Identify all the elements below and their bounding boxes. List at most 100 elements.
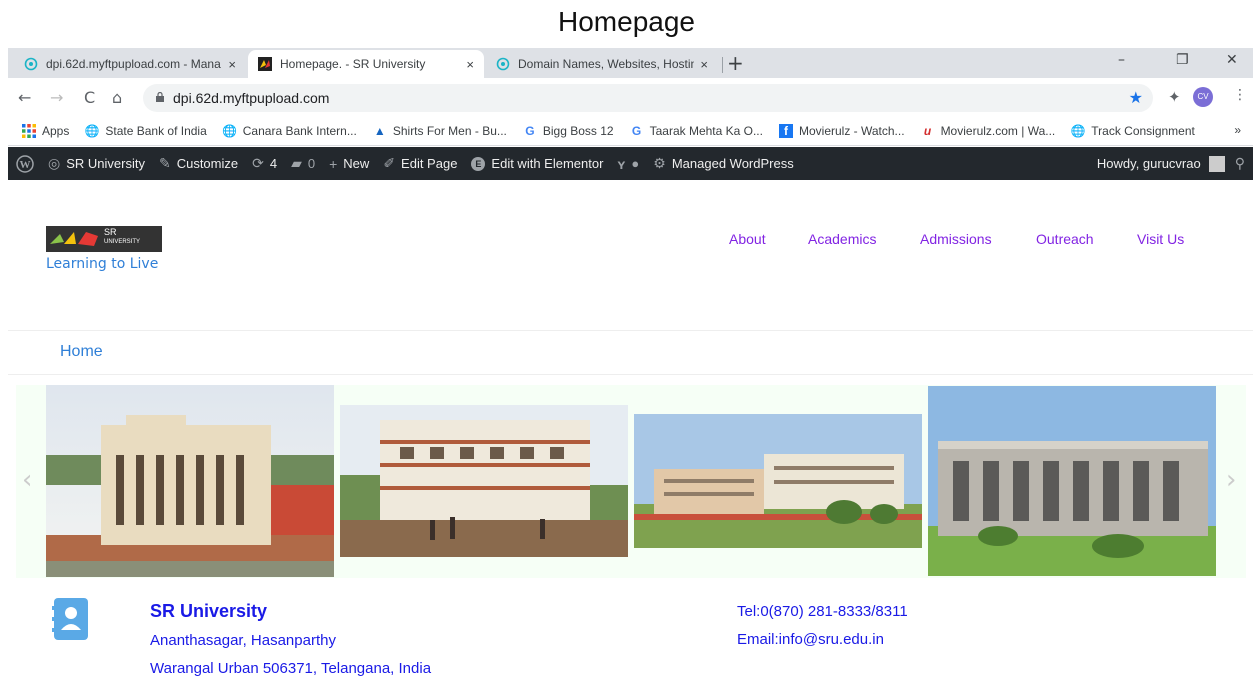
ab-comments[interactable]: ▰ 0 xyxy=(291,155,315,172)
tab-myftpupload[interactable]: dpi.62d.myftpupload.com - Mana × xyxy=(14,50,246,78)
dashboard-icon: ◎ xyxy=(48,155,61,171)
close-icon[interactable]: × xyxy=(228,57,236,72)
tab-title: Domain Names, Websites, Hostin xyxy=(518,57,695,71)
contact-email[interactable]: Email:info@sru.edu.in xyxy=(737,631,884,648)
page-caption: Homepage xyxy=(558,6,695,37)
comment-icon: ▰ xyxy=(291,155,302,171)
bookmark-canara[interactable]: 🌐 Canara Bank Intern... xyxy=(222,124,357,138)
close-icon[interactable]: × xyxy=(466,57,474,72)
godaddy-icon xyxy=(496,57,510,71)
close-icon[interactable]: × xyxy=(700,57,708,72)
bookmark-label: Track Consignment xyxy=(1091,123,1195,138)
reload-button[interactable]: C xyxy=(84,88,95,107)
ab-updates[interactable]: ⟳ 4 xyxy=(252,155,277,172)
ab-elementor[interactable]: E Edit with Elementor xyxy=(471,156,603,171)
sr-university-icon xyxy=(258,57,272,71)
nav-about[interactable]: About xyxy=(729,231,766,247)
tab-homepage[interactable]: Homepage. - SR University × xyxy=(248,50,484,78)
bookmark-label: Bigg Boss 12 xyxy=(542,123,614,138)
facebook-icon: f xyxy=(778,123,793,138)
bookmark-label: Taarak Mehta Ka O... xyxy=(649,123,763,138)
globe-icon: 🌐 xyxy=(1070,123,1086,138)
ab-yoast[interactable]: ʏ ● xyxy=(617,156,639,172)
ab-edit-page-label: Edit Page xyxy=(401,156,458,171)
contact-address-line2: Warangal Urban 506371, Telangana, India xyxy=(150,660,432,677)
campus-photo-4 xyxy=(928,386,1216,576)
nav-outreach[interactable]: Outreach xyxy=(1036,231,1094,247)
movierulz-icon: u xyxy=(923,123,932,138)
nav-academics[interactable]: Academics xyxy=(808,231,876,247)
bookmark-shirts[interactable]: ▲ Shirts For Men - Bu... xyxy=(373,124,507,138)
back-button[interactable]: ← xyxy=(18,88,31,107)
ab-site-name[interactable]: ◎ SR University xyxy=(48,155,145,172)
elementor-icon: E xyxy=(471,156,486,171)
godaddy-icon xyxy=(24,57,38,71)
contact-telephone[interactable]: Tel:0(870) 281-8333/8311 xyxy=(737,603,908,620)
campus-photo-3 xyxy=(634,414,922,548)
nav-visit-us[interactable]: Visit Us xyxy=(1137,231,1184,247)
bookmark-movierulz-fb[interactable]: f Movierulz - Watch... xyxy=(778,123,905,138)
tab-godaddy[interactable]: Domain Names, Websites, Hostin × xyxy=(486,50,718,78)
divider xyxy=(8,330,1253,331)
logo-text-sr: SR xyxy=(104,227,117,237)
site-tagline: Learning to Live xyxy=(46,256,159,272)
search-icon[interactable]: ⚲ xyxy=(1235,155,1245,172)
nav-admissions[interactable]: Admissions xyxy=(920,231,992,247)
triangle-icon: ▲ xyxy=(373,123,386,138)
bookmark-apps[interactable]: Apps xyxy=(22,123,69,138)
restore-button[interactable]: ❐ xyxy=(1176,52,1189,68)
ab-customize-label: Customize xyxy=(176,156,239,171)
campus-photo-1 xyxy=(46,385,334,577)
ab-comments-count: 0 xyxy=(307,156,316,171)
google-icon: G xyxy=(631,123,642,138)
bookmark-star-icon[interactable]: ★ xyxy=(1129,88,1143,107)
brush-icon: ✎ xyxy=(158,155,171,171)
bookmark-biggboss[interactable]: G Bigg Boss 12 xyxy=(523,123,614,138)
ab-account[interactable]: Howdy, gurucvrao ⚲ xyxy=(1097,147,1245,180)
ab-managed[interactable]: ⚙ Managed WordPress xyxy=(653,155,793,172)
yoast-icon: ʏ xyxy=(617,155,626,172)
bookmark-label: Shirts For Men - Bu... xyxy=(392,123,507,138)
ab-new-label: New xyxy=(343,156,370,171)
menu-icon[interactable]: ⋮ xyxy=(1233,87,1247,103)
home-button[interactable]: ⌂ xyxy=(112,88,122,107)
bookmark-track[interactable]: 🌐 Track Consignment xyxy=(1071,124,1195,138)
tab-title: dpi.62d.myftpupload.com - Mana xyxy=(46,57,221,71)
bookmark-label: Movierulz - Watch... xyxy=(798,123,905,138)
carousel-prev-button[interactable]: ‹ xyxy=(22,465,32,495)
window-close-button[interactable]: ✕ xyxy=(1226,52,1238,68)
ab-howdy: Howdy, gurucvrao xyxy=(1096,156,1201,171)
tab-title: Homepage. - SR University xyxy=(280,57,426,71)
status-dot-icon: ● xyxy=(631,156,640,171)
bookmarks-overflow-button[interactable]: » xyxy=(1234,123,1241,137)
globe-icon: 🌐 xyxy=(84,123,100,138)
ab-edit-page[interactable]: ✐ Edit Page xyxy=(383,155,457,172)
profile-avatar[interactable]: CV xyxy=(1193,87,1213,107)
logo-text-university: UNIVERSITY xyxy=(104,239,141,245)
minimize-button[interactable]: – xyxy=(1118,52,1125,68)
wp-admin-bar: W ◎ SR University ✎ Customize ⟳ 4 ▰ 0 + … xyxy=(8,147,1253,180)
contact-book-icon xyxy=(52,598,88,640)
address-bar[interactable]: dpi.62d.myftpupload.com ★ xyxy=(143,84,1153,112)
ab-updates-count: 4 xyxy=(269,156,278,171)
bookmark-sbi[interactable]: 🌐 State Bank of India xyxy=(84,123,207,138)
breadcrumb[interactable]: Home xyxy=(60,343,103,361)
bookmark-movierulz[interactable]: u Movierulz.com | Wa... xyxy=(921,123,1056,138)
bookmark-taarak[interactable]: G Taarak Mehta Ka O... xyxy=(630,124,763,138)
bookmark-label: Movierulz.com | Wa... xyxy=(940,123,1056,138)
bookmarks-bar: Apps 🌐 State Bank of India 🌐 Canara Bank… xyxy=(8,116,1253,146)
new-tab-button[interactable]: + xyxy=(727,50,744,76)
browser-toolbar: ← → C ⌂ dpi.62d.myftpupload.com ★ ✦ CV ⋮ xyxy=(8,78,1253,116)
carousel-next-button[interactable]: › xyxy=(1226,465,1236,495)
svg-text:W: W xyxy=(20,159,31,171)
browser-tabstrip: dpi.62d.myftpupload.com - Mana × Homepag… xyxy=(8,48,1253,78)
site-logo[interactable]: SR UNIVERSITY xyxy=(46,226,162,252)
lock-icon xyxy=(156,92,164,102)
ab-site-label: SR University xyxy=(66,156,145,171)
divider xyxy=(8,374,1253,375)
ab-customize[interactable]: ✎ Customize xyxy=(159,155,238,172)
ab-new[interactable]: + New xyxy=(329,156,369,172)
forward-button[interactable]: → xyxy=(50,88,63,107)
wordpress-logo-icon[interactable]: W xyxy=(16,154,34,173)
extensions-icon[interactable]: ✦ xyxy=(1168,88,1181,106)
